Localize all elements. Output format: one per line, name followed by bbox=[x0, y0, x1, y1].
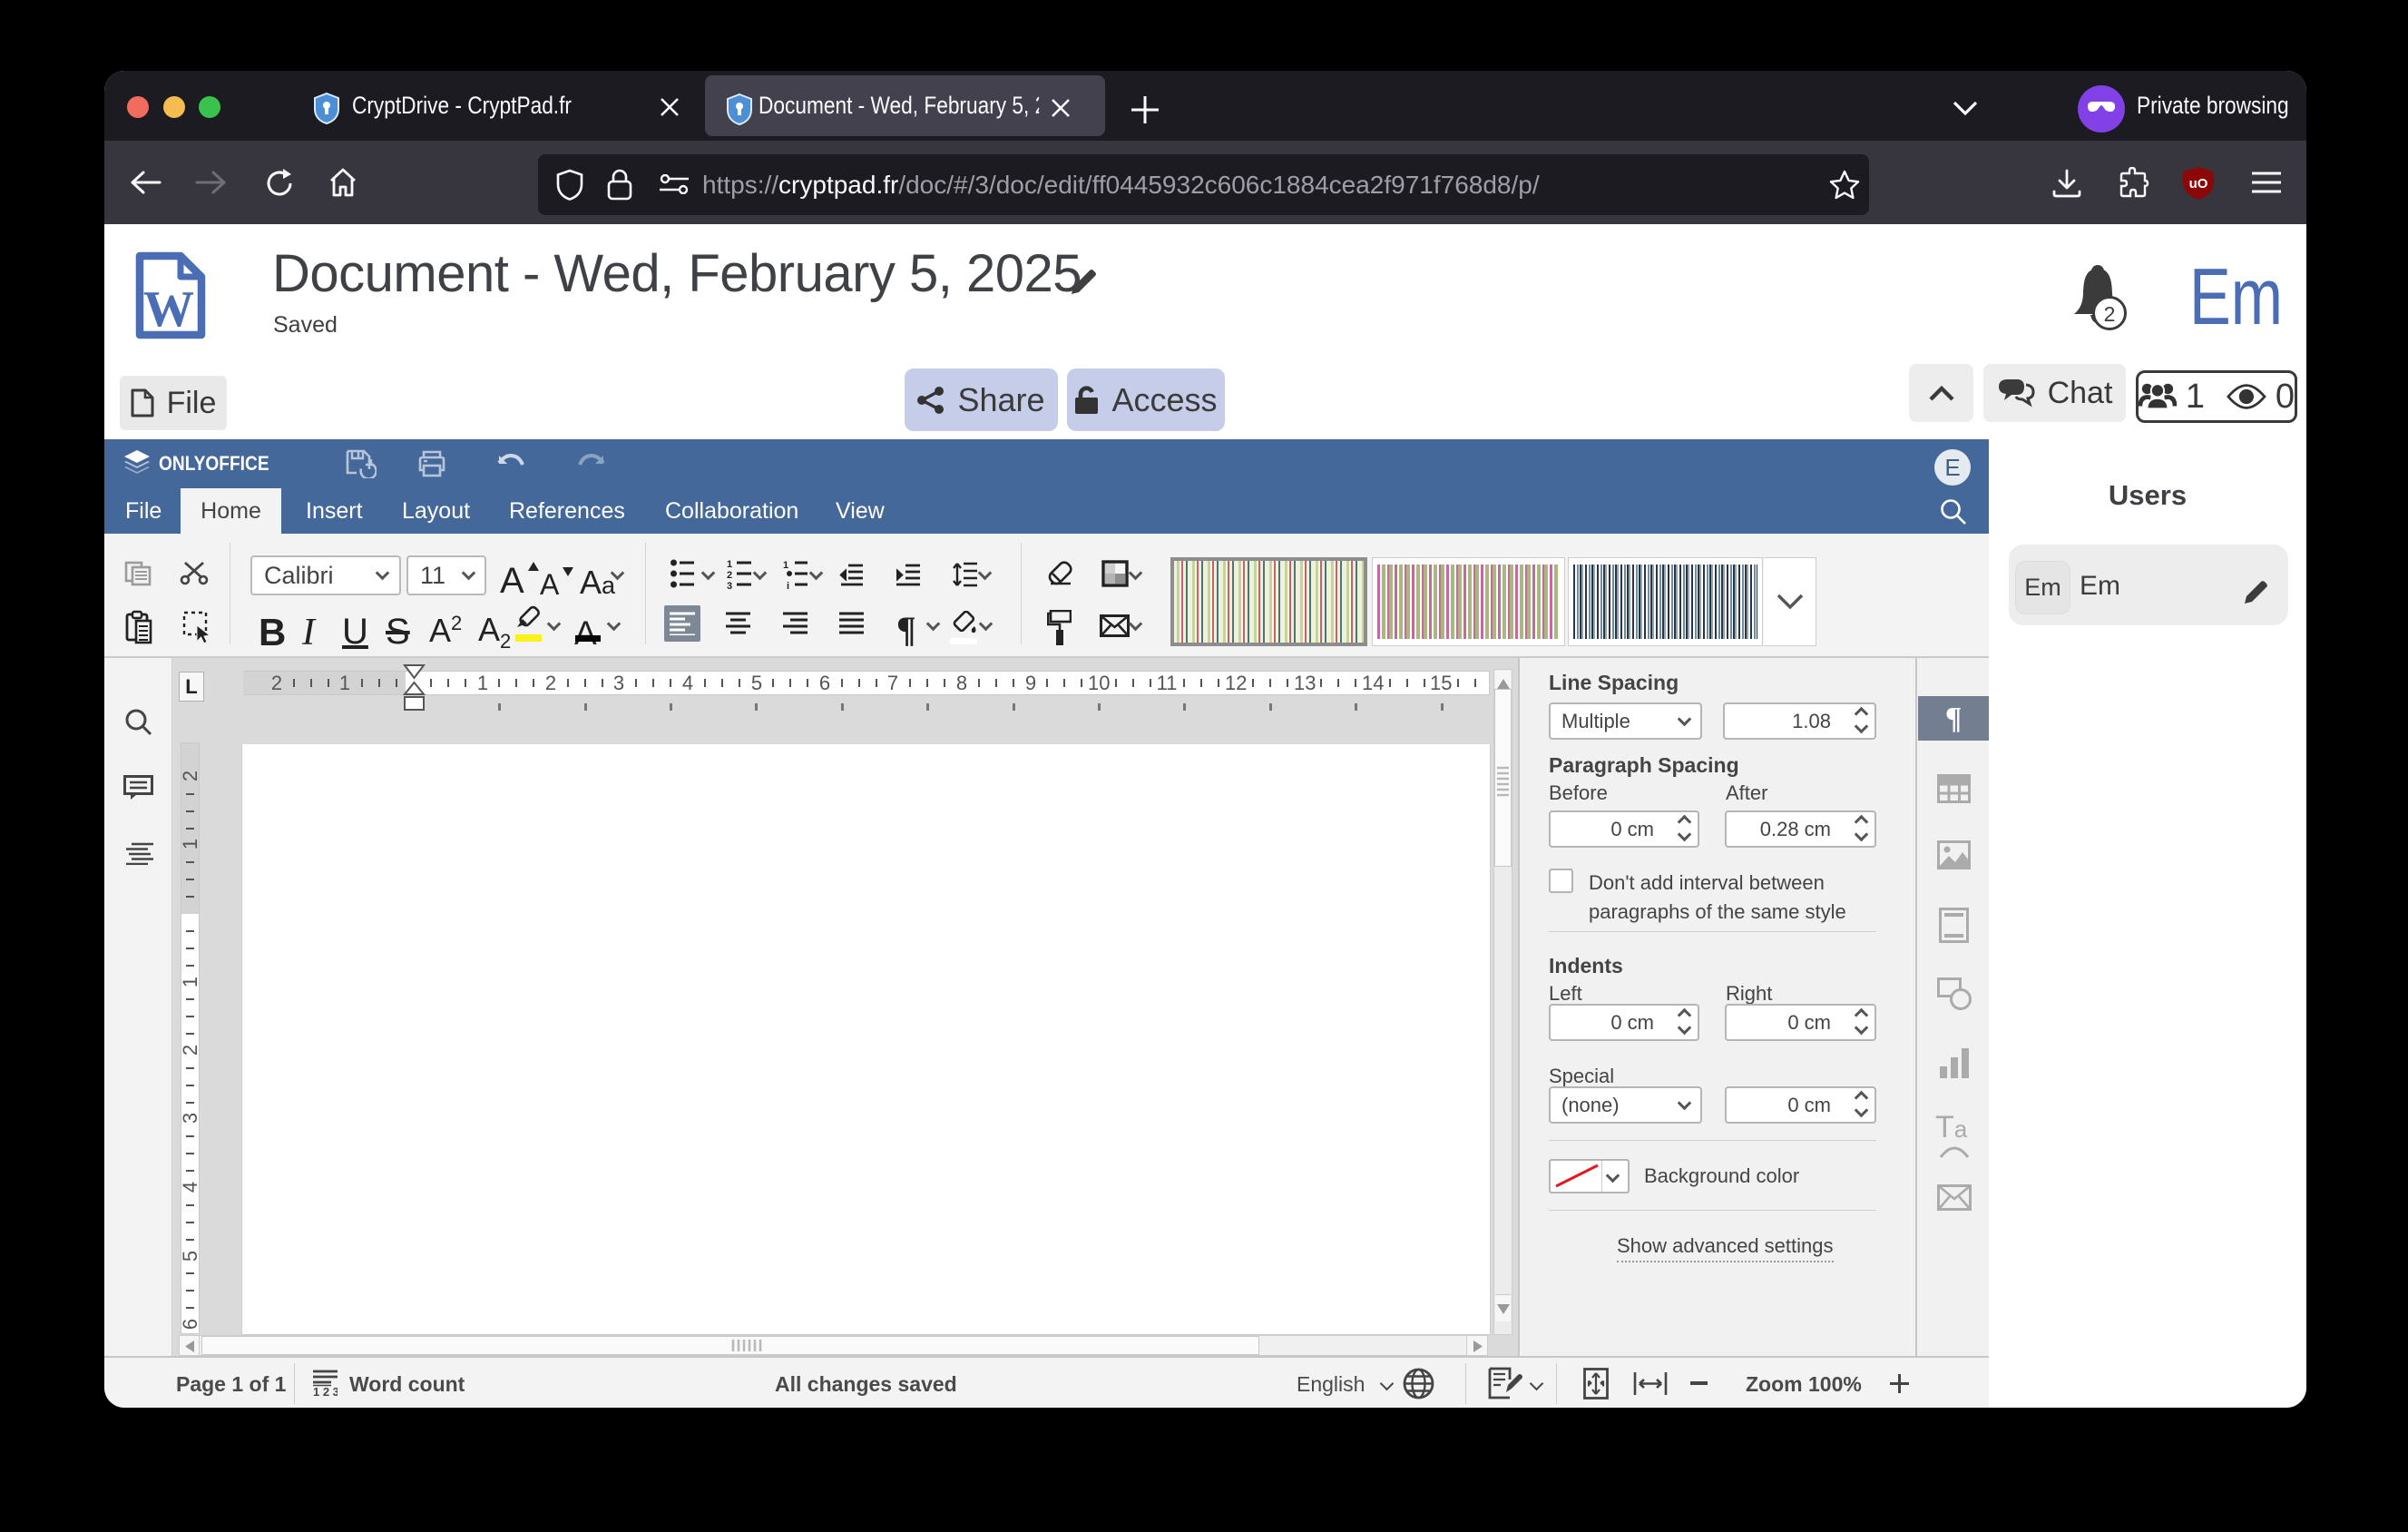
svg-text:uO: uO bbox=[2189, 176, 2208, 192]
svg-text:1: 1 bbox=[727, 559, 732, 570]
svg-text:3: 3 bbox=[727, 581, 732, 589]
svg-text:W: W bbox=[143, 281, 194, 338]
svg-text:i: i bbox=[787, 581, 789, 589]
svg-text:1 2 3: 1 2 3 bbox=[313, 1385, 338, 1396]
svg-text:1: 1 bbox=[783, 560, 788, 571]
svg-text:2: 2 bbox=[727, 570, 732, 581]
